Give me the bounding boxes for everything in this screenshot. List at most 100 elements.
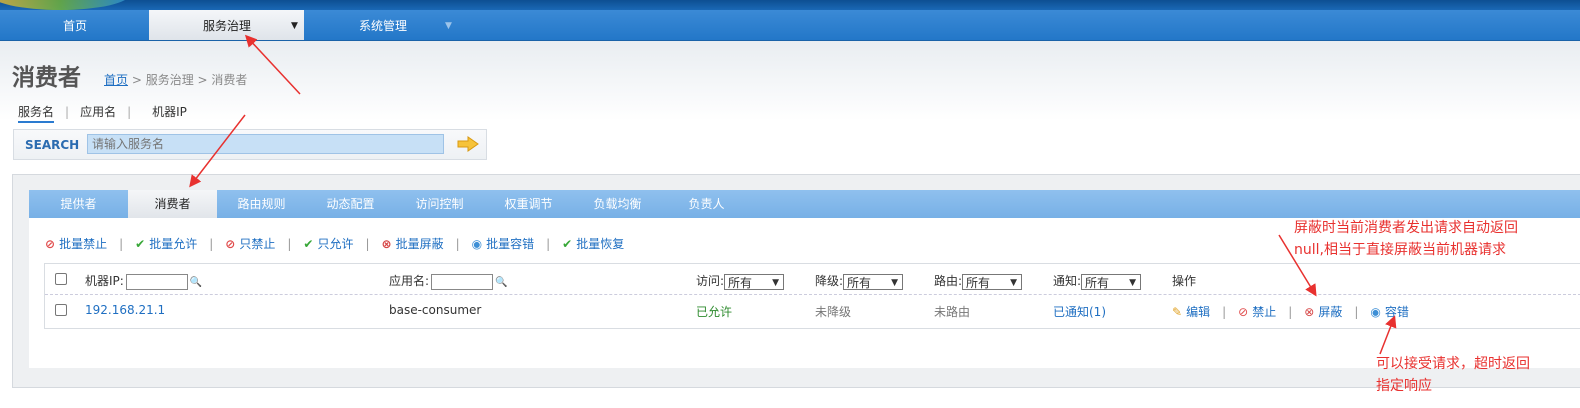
subnav-machine-ip[interactable]: 机器IP (152, 103, 187, 120)
route-filter-select[interactable]: 所有 ▼ (962, 273, 1023, 290)
chevron-down-icon: ▼ (772, 277, 780, 288)
tab-owners[interactable]: 负责人 (662, 190, 751, 218)
arrow-right-icon[interactable] (457, 136, 479, 152)
header-app: 应用名: 🔍 (389, 272, 508, 290)
batch-allow-button[interactable]: ✔ 批量允许 (135, 235, 197, 252)
shield-x-icon: ⊗ (1304, 305, 1315, 319)
row-checkbox[interactable] (55, 304, 67, 316)
ban-icon: ⊘ (225, 237, 236, 251)
edit-button[interactable]: ✎ 编辑 (1172, 303, 1210, 320)
only-allow-label: 只允许 (317, 237, 354, 251)
row-ip-link[interactable]: 192.168.21.1 (85, 303, 165, 317)
select-all-checkbox[interactable] (55, 273, 67, 285)
batch-restore-button[interactable]: ✔ 批量恢复 (562, 235, 624, 252)
batch-allow-label: 批量允许 (149, 237, 198, 251)
only-disable-label: 只禁止 (239, 237, 276, 251)
batch-shield-button[interactable]: ⊗ 批量屏蔽 (382, 235, 444, 252)
search-mode-nav: 服务名 | 应用名 | 机器IP (18, 103, 187, 123)
search-input[interactable] (87, 134, 444, 154)
app-filter-input[interactable] (431, 273, 494, 290)
check-icon: ✔ (562, 237, 573, 251)
batch-actions: ⊘ 批量禁止 | ✔ 批量允许 | ⊘ 只禁止 | ✔ 只允许 | ⊗ 批量屏蔽 | ◉ 批量容错 | ✔ 批量恢复 (45, 235, 624, 252)
batch-disable-button[interactable]: ⊘ 批量禁止 (45, 235, 107, 252)
nav-service-label: 服务治理 (203, 19, 252, 33)
header-ip-label: 机器IP: (85, 274, 124, 288)
batch-tolerant-label: 批量容错 (486, 237, 535, 251)
divider: | (209, 237, 214, 251)
divider: | (1222, 305, 1227, 319)
subnav-app-name[interactable]: 应用名 (80, 103, 116, 120)
divider: | (65, 105, 70, 119)
divider: | (546, 237, 551, 251)
only-allow-button[interactable]: ✔ 只允许 (303, 235, 353, 252)
ban-icon: ⊘ (1238, 305, 1249, 319)
row-operations: ✎ 编辑 | ⊘ 禁止 | ⊗ 屏蔽 | ◉ 容错 (1172, 303, 1409, 320)
fault-tolerant-icon: ◉ (471, 237, 483, 251)
batch-tolerant-button[interactable]: ◉ 批量容错 (472, 235, 535, 252)
disable-label: 禁止 (1252, 305, 1277, 319)
search-label: SEARCH (25, 138, 80, 152)
chevron-down-icon: ▼ (445, 21, 452, 31)
check-icon: ✔ (135, 237, 146, 251)
page-title: 消费者 (12, 65, 81, 91)
row-access-status: 已允许 (696, 305, 733, 319)
divider: | (455, 237, 460, 251)
batch-shield-label: 批量屏蔽 (395, 237, 444, 251)
tolerant-label: 容错 (1384, 305, 1409, 319)
tab-dynamic-config[interactable]: 动态配置 (306, 190, 395, 218)
tolerant-annotation-line-2: 指定响应 (1376, 378, 1432, 394)
shield-button[interactable]: ⊗ 屏蔽 (1304, 303, 1342, 320)
only-disable-button[interactable]: ⊘ 只禁止 (225, 235, 275, 252)
edit-label: 编辑 (1186, 305, 1211, 319)
breadcrumb-trail: > 服务治理 > 消费者 (128, 73, 248, 87)
breadcrumb: 首页 > 服务治理 > 消费者 (104, 71, 247, 88)
header-notify: 通知: 所有 ▼ (1053, 272, 1142, 290)
header-route-label: 路由: (934, 274, 963, 288)
header-access-label: 访问: (696, 274, 725, 288)
divider: | (127, 105, 132, 119)
top-banner (0, 0, 1580, 10)
tab-consumers[interactable]: 消费者 (128, 190, 217, 218)
pencil-icon: ✎ (1172, 305, 1183, 319)
divider: | (1288, 305, 1293, 319)
notify-filter-select[interactable]: 所有 ▼ (1081, 273, 1142, 290)
header-app-label: 应用名: (389, 274, 430, 288)
tab-providers[interactable]: 提供者 (29, 190, 128, 218)
tolerant-button[interactable]: ◉ 容错 (1370, 303, 1409, 320)
row-notify-link[interactable]: 已通知(1) (1053, 303, 1106, 320)
header-notify-label: 通知: (1053, 274, 1082, 288)
route-filter-value: 所有 (966, 275, 991, 290)
access-filter-select[interactable]: 所有 ▼ (724, 273, 785, 290)
subnav-service-name[interactable]: 服务名 (18, 103, 55, 123)
tab-weight-adjust[interactable]: 权重调节 (484, 190, 573, 218)
chevron-down-icon: ▼ (891, 277, 899, 288)
shield-annotation-line-2: null,相当于直接屏蔽当前机器请求 (1294, 242, 1506, 258)
table-row: 192.168.21.1 base-consumer 已允许 未降级 未路由 已… (45, 295, 1580, 327)
shield-annotation-line-1: 屏蔽时当前消费者发出请求自动返回 (1294, 220, 1518, 236)
shield-x-icon: ⊗ (381, 237, 392, 251)
degrade-filter-select[interactable]: 所有 ▼ (843, 273, 904, 290)
nav-home[interactable]: 首页 (0, 10, 150, 40)
main-nav: 首页 服务治理 ▼ 系统管理 ▼ (0, 10, 1580, 41)
header-degrade: 降级: 所有 ▼ (815, 272, 904, 290)
ip-filter-input[interactable] (125, 273, 188, 290)
shield-label: 屏蔽 (1318, 305, 1343, 319)
header-degrade-label: 降级: (815, 274, 844, 288)
divider: | (119, 237, 124, 251)
disable-button[interactable]: ⊘ 禁止 (1238, 303, 1276, 320)
search-icon[interactable]: 🔍 (190, 277, 202, 288)
tab-load-balance[interactable]: 负载均衡 (573, 190, 662, 218)
breadcrumb-home-link[interactable]: 首页 (104, 73, 128, 87)
search-icon[interactable]: 🔍 (495, 277, 507, 288)
row-route-status: 未路由 (934, 305, 971, 319)
header-route: 路由: 所有 ▼ (934, 272, 1023, 290)
nav-system-management[interactable]: 系统管理 ▼ (304, 10, 459, 40)
tab-access-control[interactable]: 访问控制 (395, 190, 484, 218)
header-ip: 机器IP: 🔍 (85, 272, 202, 290)
header-ops: 操作 (1172, 274, 1197, 288)
chevron-down-icon: ▼ (291, 21, 298, 31)
nav-service-governance[interactable]: 服务治理 ▼ (149, 10, 304, 40)
notify-filter-value: 所有 (1085, 275, 1110, 290)
tab-routing-rules[interactable]: 路由规则 (217, 190, 306, 218)
chevron-down-icon: ▼ (1129, 277, 1137, 288)
